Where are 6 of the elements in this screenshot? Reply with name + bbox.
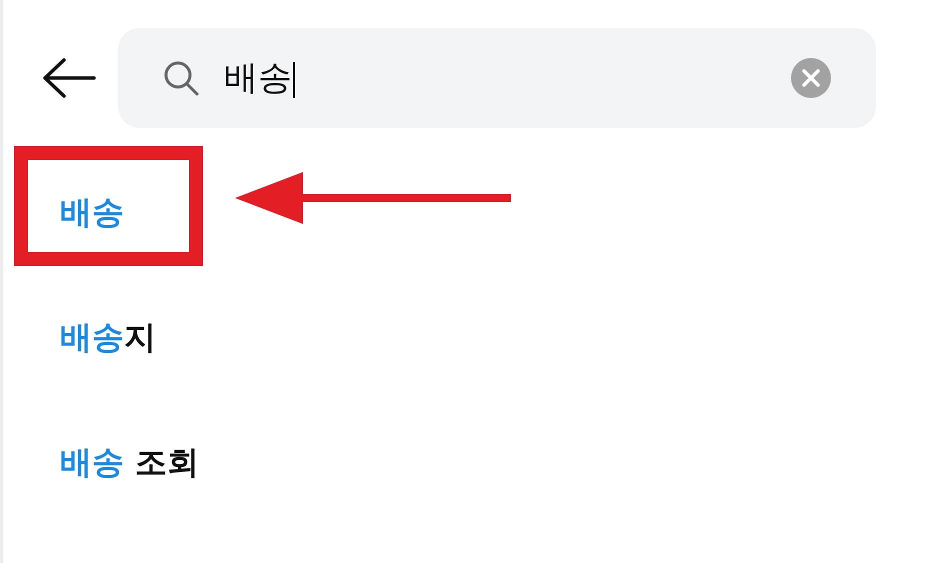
search-field[interactable]: 배송: [118, 28, 876, 128]
back-arrow-icon[interactable]: [42, 58, 96, 98]
search-icon: [162, 59, 200, 97]
suggestion-item[interactable]: 배송: [60, 190, 124, 234]
suggestion-item[interactable]: 배송 조회: [60, 440, 200, 484]
suggestion-item[interactable]: 배송지: [60, 316, 156, 360]
